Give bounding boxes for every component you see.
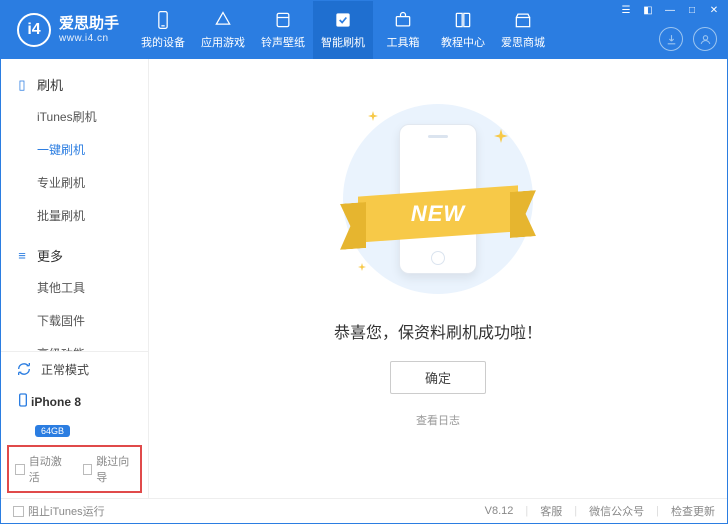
success-message: 恭喜您，保资料刷机成功啦！ xyxy=(334,319,542,343)
checkbox-block-itunes[interactable]: 阻止iTunes运行 xyxy=(13,503,105,519)
update-link[interactable]: 检查更新 xyxy=(671,503,715,519)
nav-label: 智能刷机 xyxy=(321,34,365,50)
nav-label: 教程中心 xyxy=(441,34,485,50)
sidebar-item-other-tools[interactable]: 其他工具 xyxy=(1,271,148,304)
apps-icon xyxy=(213,10,233,30)
checkbox-label: 阻止iTunes运行 xyxy=(28,503,105,519)
sidebar: ▯ 刷机 iTunes刷机 一键刷机 专业刷机 批量刷机 ≡ 更多 其他工具 下… xyxy=(1,59,149,499)
menu-icon[interactable]: ☰ xyxy=(619,5,633,16)
minimize-icon[interactable]: — xyxy=(663,5,677,16)
logo: i4 爱思助手 www.i4.cn xyxy=(1,13,133,47)
sidebar-item-advanced[interactable]: 高级功能 xyxy=(1,337,148,351)
app-url: www.i4.cn xyxy=(59,33,119,44)
nav-label: 爱思商城 xyxy=(501,34,545,50)
options-highlight-box: 自动激活 跳过向导 xyxy=(7,445,142,493)
logo-mark: i4 xyxy=(17,13,51,47)
ribbon-text: NEW xyxy=(411,201,465,227)
view-log-link[interactable]: 查看日志 xyxy=(416,412,460,428)
sidebar-item-pro-flash[interactable]: 专业刷机 xyxy=(1,166,148,199)
sidebar-item-download-firmware[interactable]: 下载固件 xyxy=(1,304,148,337)
refresh-icon xyxy=(15,360,33,378)
sidebar-group-title: 刷机 xyxy=(37,75,63,94)
sidebar-item-oneclick-flash[interactable]: 一键刷机 xyxy=(1,133,148,166)
app-header: i4 爱思助手 www.i4.cn 我的设备 应用游戏 铃声壁纸 智能刷机 工具… xyxy=(1,1,727,59)
sidebar-item-batch-flash[interactable]: 批量刷机 xyxy=(1,199,148,232)
phone-small-icon: ▯ xyxy=(15,77,29,93)
device-mode-label: 正常模式 xyxy=(41,361,89,378)
checkbox-auto-activate[interactable]: 自动激活 xyxy=(15,453,67,485)
nav-tutorial[interactable]: 教程中心 xyxy=(433,1,493,59)
nav-apps[interactable]: 应用游戏 xyxy=(193,1,253,59)
top-nav: 我的设备 应用游戏 铃声壁纸 智能刷机 工具箱 教程中心 爱思商城 xyxy=(133,1,553,59)
checkbox-label: 自动激活 xyxy=(29,453,67,485)
tutorial-icon xyxy=(453,10,473,30)
app-name: 爱思助手 xyxy=(59,16,119,33)
nav-label: 铃声壁纸 xyxy=(261,34,305,50)
sidebar-group-more[interactable]: ≡ 更多 xyxy=(1,240,148,271)
device-name: iPhone 8 xyxy=(31,395,81,409)
sidebar-group-flash[interactable]: ▯ 刷机 xyxy=(1,69,148,100)
device-row[interactable]: iPhone 8 xyxy=(1,386,148,421)
sidebar-group-title: 更多 xyxy=(37,246,63,265)
store-icon xyxy=(513,10,533,30)
main-panel: NEW 恭喜您，保资料刷机成功啦！ 确定 查看日志 xyxy=(149,59,727,499)
nav-tools[interactable]: 工具箱 xyxy=(373,1,433,59)
device-icon xyxy=(15,392,31,411)
checkbox-skip-guide[interactable]: 跳过向导 xyxy=(83,453,135,485)
nav-label: 应用游戏 xyxy=(201,34,245,50)
nav-ring[interactable]: 铃声壁纸 xyxy=(253,1,313,59)
download-button[interactable] xyxy=(659,27,683,51)
ringtone-icon xyxy=(273,10,293,30)
support-link[interactable]: 客服 xyxy=(540,503,562,519)
nav-label: 我的设备 xyxy=(141,34,185,50)
wechat-link[interactable]: 微信公众号 xyxy=(589,503,644,519)
close-icon[interactable]: ✕ xyxy=(707,5,721,16)
success-illustration: NEW xyxy=(328,99,548,299)
account-button[interactable] xyxy=(693,27,717,51)
nav-store[interactable]: 爱思商城 xyxy=(493,1,553,59)
nav-label: 工具箱 xyxy=(387,34,420,50)
confirm-button[interactable]: 确定 xyxy=(390,361,486,394)
toolbox-icon xyxy=(393,10,413,30)
nav-device[interactable]: 我的设备 xyxy=(133,1,193,59)
device-mode-row[interactable]: 正常模式 xyxy=(1,352,148,386)
phone-icon xyxy=(153,10,173,30)
sidebar-item-itunes-flash[interactable]: iTunes刷机 xyxy=(1,100,148,133)
list-icon: ≡ xyxy=(15,248,29,263)
maximize-icon[interactable]: □ xyxy=(685,5,699,16)
status-bar: 阻止iTunes运行 V8.12 | 客服 | 微信公众号 | 检查更新 xyxy=(1,498,727,523)
nav-flash[interactable]: 智能刷机 xyxy=(313,1,373,59)
skin-icon[interactable]: ◧ xyxy=(641,5,655,16)
checkbox-label: 跳过向导 xyxy=(96,453,134,485)
storage-badge: 64GB xyxy=(35,425,70,437)
version-label: V8.12 xyxy=(485,505,514,517)
flash-icon xyxy=(333,10,353,30)
window-controls: ☰ ◧ — □ ✕ xyxy=(619,5,721,16)
